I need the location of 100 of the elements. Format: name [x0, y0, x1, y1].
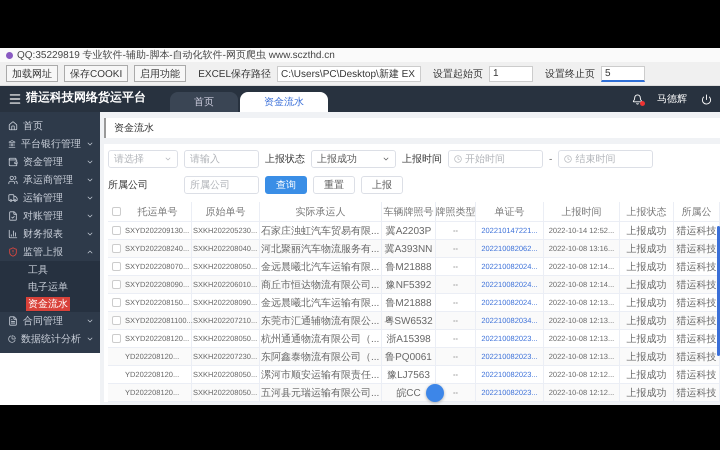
select-field[interactable]: 上报成功 — [311, 150, 396, 168]
file-check-icon — [8, 211, 18, 221]
table-cell: 上报成功 — [620, 312, 674, 329]
table-cell: 猎运科技 — [674, 366, 720, 383]
table-cell: 浙A15398 — [382, 330, 436, 347]
table-cell: 上报成功 — [620, 294, 674, 311]
sidebar-subitem[interactable]: 资金流水 — [26, 296, 70, 310]
chevron-down-icon — [382, 155, 390, 163]
table-cell: 豫LJ7563 — [382, 366, 436, 383]
action-button[interactable]: 重置 — [313, 176, 355, 194]
table-cell: 上报成功 — [620, 276, 674, 293]
shield-icon — [8, 247, 18, 257]
menu-icon[interactable] — [8, 92, 22, 106]
checkbox[interactable] — [112, 244, 120, 253]
input-field[interactable]: 5 — [601, 66, 646, 82]
table-cell: 漯河市顺安运输有限责任... — [260, 366, 382, 383]
breadcrumb: 资金流水 — [114, 122, 154, 135]
table-cell: 东莞市汇通辅物流有限公... — [260, 312, 382, 329]
table-cell: 杭州通通物流有限公司（... — [260, 330, 382, 347]
bell-icon[interactable] — [632, 94, 643, 104]
tab[interactable]: 首页 — [170, 92, 238, 112]
table-cell: 豫NF5392 — [382, 276, 436, 293]
table-cell: 上报成功 — [620, 366, 674, 383]
sidebar-item[interactable]: 首页 — [0, 117, 100, 135]
pie-chart-icon — [8, 334, 16, 344]
checkbox[interactable] — [112, 226, 120, 235]
app-icon — [6, 52, 13, 58]
column-header: 原始单号 — [192, 202, 260, 221]
field-label: 所属公司 — [108, 178, 149, 192]
range-separator: - — [549, 154, 552, 164]
table-cell: 河北聚丽汽车物流服务有... — [260, 240, 382, 257]
clock-icon — [564, 155, 572, 163]
column-header: 上报时间 — [544, 202, 620, 221]
bank-icon — [8, 139, 16, 149]
toolbar-button[interactable]: 加载网址 — [6, 65, 58, 82]
table-cell: 金远晨曦北汽车运输有限... — [260, 294, 382, 311]
bar-chart-icon — [8, 229, 18, 239]
sidebar-item[interactable]: 运输管理 — [0, 189, 100, 207]
table-cell: 五河县元瑞运输有限公司... — [260, 384, 382, 401]
checkbox[interactable] — [112, 280, 120, 289]
sidebar-item[interactable]: 对账管理 — [0, 207, 100, 225]
sidebar-item[interactable]: 数据统计分析 — [0, 330, 100, 348]
checkbox[interactable] — [112, 262, 120, 271]
table-cell: 鲁PQ0061 — [382, 348, 436, 365]
checkbox[interactable] — [112, 207, 120, 216]
table-cell: 鲁M21888 — [382, 258, 436, 275]
tab[interactable]: 资金流水 — [240, 92, 328, 112]
table-cell: 鲁M21888 — [382, 294, 436, 311]
field-label: 上报时间 — [402, 152, 442, 166]
checkbox[interactable] — [112, 316, 120, 325]
column-header: 托运单号 — [124, 202, 192, 221]
window-title: QQ:35229819 专业软件-辅助-脚本-自动化软件-网页爬虫 www.sczthd.cn — [17, 48, 335, 62]
document-icon — [8, 316, 18, 326]
table-cell: 上报成功 — [620, 258, 674, 275]
table-cell: 上报成功 — [620, 330, 674, 347]
sidebar-subitem[interactable]: 工具 — [26, 262, 50, 276]
users-icon — [8, 175, 18, 185]
table-cell: 冀A393NN — [382, 240, 436, 257]
app-title: 猎运科技网络货运平台 — [26, 89, 146, 106]
table-cell: 东阿鑫泰物流有限公司（... — [260, 348, 382, 365]
table-cell: 上报成功 — [620, 240, 674, 257]
field-label: 设置终止页 — [545, 68, 596, 80]
chevron-down-icon — [164, 155, 172, 163]
checkbox[interactable] — [112, 334, 120, 343]
table-cell: 石家庄浊虹汽车贸易有限... — [260, 222, 382, 239]
column-header: 单证号 — [476, 202, 544, 221]
power-icon[interactable] — [701, 94, 712, 104]
action-button[interactable]: 上报 — [361, 176, 403, 194]
toolbar-button[interactable]: 保存COOKI — [64, 65, 128, 82]
field-label: 上报状态 — [265, 152, 305, 166]
table-cell: 上报成功 — [620, 222, 674, 239]
column-header: 上报状态 — [620, 202, 674, 221]
input-field[interactable]: 1 — [489, 66, 534, 82]
table-cell: 冀A2203P — [382, 222, 436, 239]
column-header: 所属公 — [674, 202, 720, 221]
sidebar-item[interactable]: 合同管理 — [0, 312, 100, 330]
table-cell: 上报成功 — [620, 384, 674, 401]
checkbox[interactable] — [112, 298, 120, 307]
table-cell: 金远晨曦北汽车运输有限... — [260, 258, 382, 275]
field-label: EXCEL保存路径 — [198, 68, 272, 80]
wallet-icon — [8, 157, 18, 167]
column-header: 牌照类型 — [436, 202, 476, 221]
clock-icon — [454, 155, 462, 163]
sidebar-item[interactable]: 承运商管理 — [0, 171, 100, 189]
scrollbar[interactable] — [717, 226, 720, 356]
input-field[interactable]: C:\Users\PC\Desktop\新建 EX — [277, 66, 422, 82]
table-cell: 粤SW6532 — [382, 312, 436, 329]
column-header: 车辆牌照号 — [382, 202, 436, 221]
table-cell: 猎运科技 — [674, 384, 720, 401]
sidebar-item[interactable]: 财务报表 — [0, 225, 100, 243]
sidebar-item[interactable]: 资金管理 — [0, 153, 100, 171]
sidebar-item[interactable]: 监管上报 — [0, 243, 100, 261]
column-header: 实际承运人 — [260, 202, 382, 221]
user-name[interactable]: 马德辉 — [657, 92, 687, 106]
toolbar-button[interactable]: 启用功能 — [134, 65, 186, 82]
table-cell: 上报成功 — [620, 348, 674, 365]
truck-icon — [8, 193, 18, 203]
table-cell: 商丘市恒达物流有限公司... — [260, 276, 382, 293]
sidebar-item[interactable]: 平台银行管理 — [0, 135, 100, 153]
home-icon — [8, 121, 18, 131]
